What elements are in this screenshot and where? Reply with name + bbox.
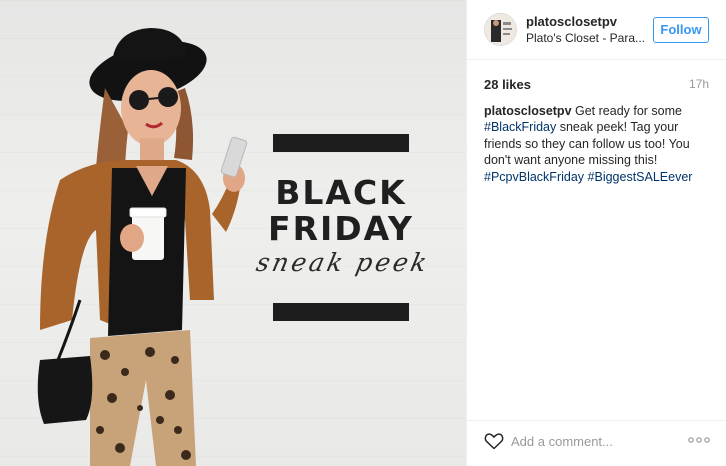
post-age[interactable]: 17h (689, 77, 709, 91)
post-caption: platosclosetpv Get ready for some #Black… (484, 103, 710, 185)
promo-headline-line-2: FRIDAY (268, 209, 414, 248)
promo-bar-bottom (273, 303, 409, 321)
post-image[interactable]: BLACK FRIDAY sneak peek (0, 0, 466, 466)
likes-count[interactable]: 28 likes (484, 77, 531, 92)
hashtag-link[interactable]: #BiggestSALEever (588, 170, 693, 184)
location-link[interactable]: Plato's Closet - Para... (526, 31, 645, 45)
promo-bar-top (273, 134, 409, 152)
post-side-panel: platosclosetpv Plato's Closet - Para... … (466, 0, 726, 466)
more-options-icon[interactable] (688, 435, 710, 445)
promo-script-text: sneak peek (253, 248, 433, 277)
promo-headline-line-1: BLACK (275, 173, 407, 212)
follow-button[interactable]: Follow (653, 17, 709, 43)
caption-text: Get ready for some (571, 104, 682, 118)
post-header: platosclosetpv Plato's Closet - Para... … (467, 0, 726, 60)
avatar-image (485, 14, 516, 45)
username-link[interactable]: platosclosetpv (526, 14, 617, 29)
caption-username-link[interactable]: platosclosetpv (484, 104, 572, 118)
hashtag-link[interactable]: #PcpvBlackFriday (484, 170, 584, 184)
heart-icon[interactable] (484, 432, 504, 450)
hashtag-link[interactable]: #BlackFriday (484, 120, 556, 134)
avatar[interactable] (484, 13, 517, 46)
comment-input[interactable] (511, 429, 681, 453)
comment-bar (467, 420, 726, 466)
